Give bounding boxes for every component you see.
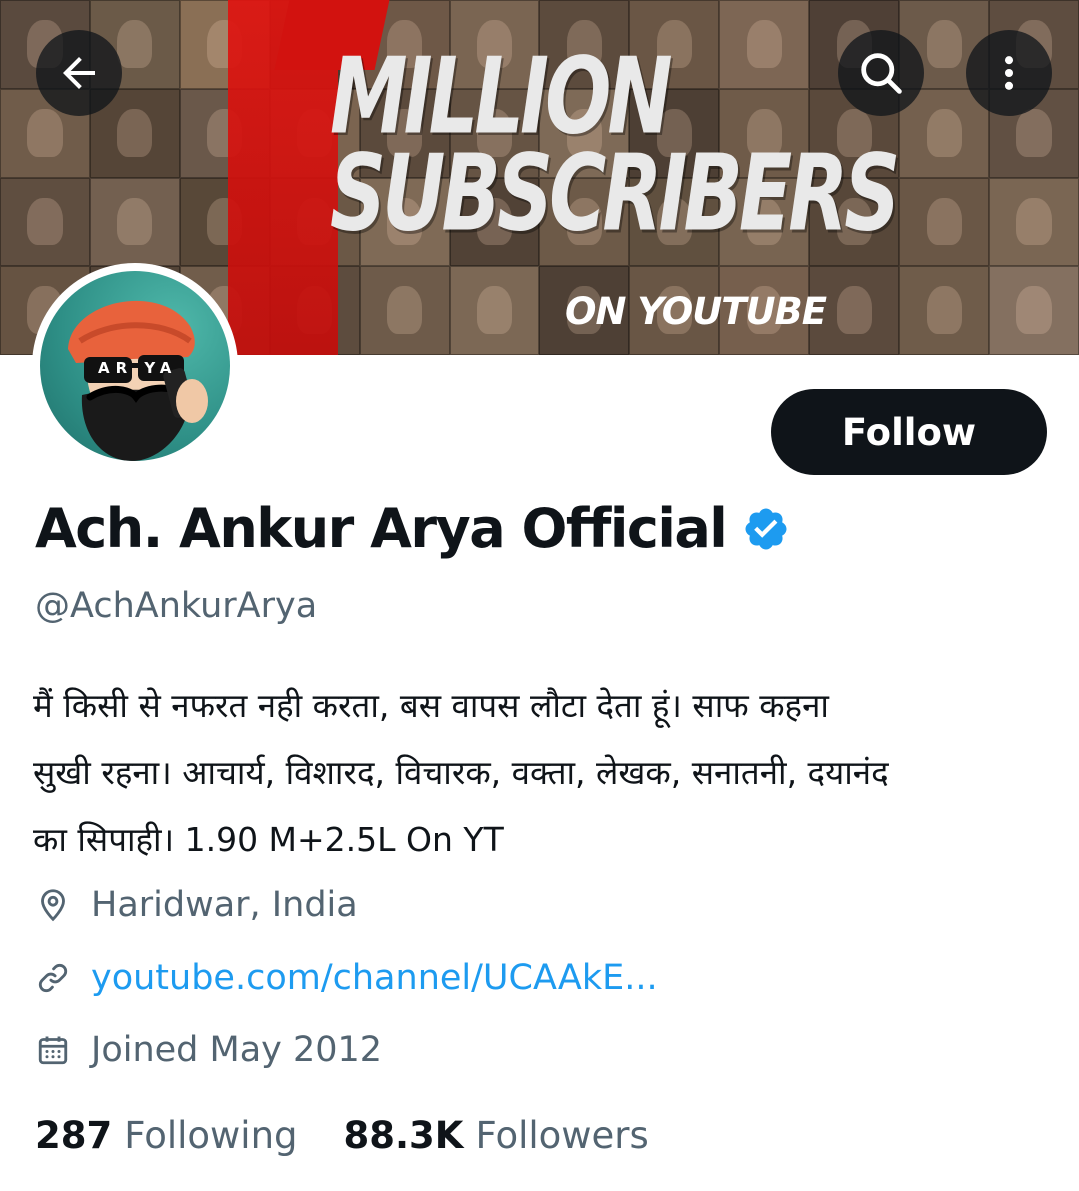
display-name: Ach. Ankur Arya Official (35, 497, 728, 560)
bio-line: मैं किसी से नफरत नही करता, बस वापस लौटा … (33, 686, 829, 725)
avatar-image: AR YA (40, 271, 230, 461)
more-options-button[interactable] (966, 30, 1052, 116)
more-vertical-icon (1004, 56, 1014, 90)
collage-tile (449, 266, 540, 355)
avatar-badge-text: AR YA (98, 359, 178, 377)
follow-button[interactable]: Follow (771, 389, 1047, 475)
profile-website[interactable]: youtube.com/channel/UCAAkE... (35, 958, 658, 998)
profile-joined-date: Joined May 2012 (35, 1030, 382, 1070)
profile-avatar[interactable]: AR YA (32, 263, 238, 469)
collage-tile (89, 177, 180, 267)
collage-tile (899, 266, 990, 355)
display-name-row: Ach. Ankur Arya Official (35, 497, 790, 560)
location-text: Haridwar, India (91, 885, 358, 925)
back-button[interactable] (36, 30, 122, 116)
website-link[interactable]: youtube.com/channel/UCAAkE... (91, 958, 658, 998)
banner-headline-line2: SUBSCRIBERS (330, 133, 900, 255)
profile-stats: 287 Following 88.3K Followers (35, 1114, 695, 1157)
profile-bio: मैं किसी से नफरत नही करता, बस वापस लौटा … (33, 672, 1053, 873)
bio-line: सुखी रहना। आचार्य, विशारद, विचारक, वक्ता… (33, 753, 889, 792)
link-icon (38, 963, 68, 993)
banner-subtitle: ON YOUTUBE (565, 290, 827, 333)
following-label: Following (124, 1114, 298, 1157)
followers-stat[interactable]: 88.3K Followers (344, 1114, 649, 1157)
verified-badge-icon (745, 508, 787, 549)
following-count: 287 (35, 1114, 113, 1157)
collage-tile (0, 177, 90, 267)
joined-text: Joined May 2012 (91, 1030, 383, 1070)
following-stat[interactable]: 287 Following (35, 1114, 298, 1157)
followers-count: 88.3K (343, 1114, 464, 1157)
collage-tile (989, 266, 1079, 355)
calendar-icon (38, 1036, 68, 1065)
bio-line: का सिपाही। 1.90 M+2.5L On YT (33, 820, 504, 859)
arrow-left-icon (63, 57, 95, 89)
collage-tile (989, 177, 1079, 267)
search-button[interactable] (838, 30, 924, 116)
profile-location: Haridwar, India (35, 885, 358, 925)
profile-handle: @AchAnkurArya (35, 586, 318, 626)
search-icon (861, 53, 902, 94)
collage-tile (359, 266, 450, 355)
location-pin-icon (41, 889, 65, 922)
followers-label: Followers (475, 1114, 649, 1157)
